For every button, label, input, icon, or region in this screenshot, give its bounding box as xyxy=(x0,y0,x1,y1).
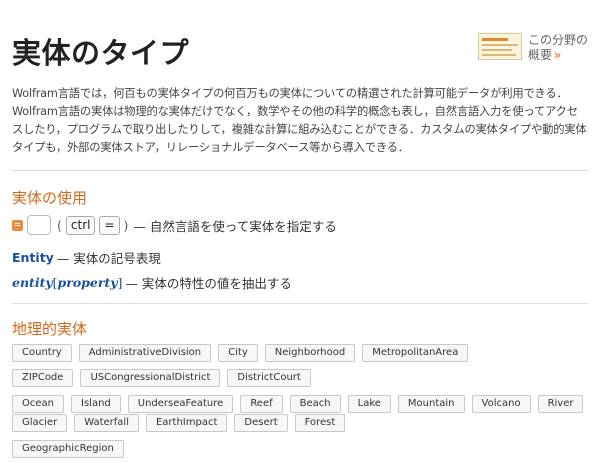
tag-undersea-feature[interactable]: UnderseaFeature xyxy=(127,395,234,413)
tag-row: Glacier Waterfall EarthImpact Desert For… xyxy=(12,414,352,432)
tag-volcano[interactable]: Volcano xyxy=(471,395,531,413)
tag-forest[interactable]: Forest xyxy=(294,414,346,432)
property-description: — 実体の特性の値を抽出する xyxy=(125,276,292,291)
tag-geographic-region[interactable]: GeographicRegion xyxy=(12,440,124,458)
tag-neighborhood[interactable]: Neighborhood xyxy=(264,344,356,362)
page-title: 実体のタイプ xyxy=(12,36,190,70)
nl-input-box[interactable] xyxy=(27,215,51,235)
overview-link[interactable]: この分野の概要» xyxy=(478,33,598,63)
tag-desert[interactable]: Desert xyxy=(234,414,288,432)
overview-thumbnail[interactable] xyxy=(478,33,522,60)
entity-description: — 実体の記号表現 xyxy=(56,251,161,266)
tag-country[interactable]: Country xyxy=(12,344,72,362)
tag-island[interactable]: Island xyxy=(71,395,121,413)
close-paren: ) xyxy=(123,217,129,233)
tag-city[interactable]: City xyxy=(218,344,258,362)
tag-row: Country AdministrativeDivision City Neig… xyxy=(12,344,475,362)
close-bracket: ] xyxy=(117,275,123,290)
tag-district-court[interactable]: DistrictCourt xyxy=(227,369,311,387)
open-paren: ( xyxy=(57,217,62,233)
nl-input-description: — 自然言語を使って実体を指定する xyxy=(133,218,337,234)
overview-arrow-icon: » xyxy=(554,48,562,62)
entity-property-link[interactable]: entity[property] xyxy=(12,275,122,290)
tag-ocean[interactable]: Ocean xyxy=(12,395,64,413)
section-title-usage: 実体の使用 xyxy=(12,189,88,207)
property-arg: property xyxy=(57,275,118,290)
property-line: entity[property] — 実体の特性の値を抽出する xyxy=(12,273,292,292)
tag-mountain[interactable]: Mountain xyxy=(397,395,465,413)
tag-row: Ocean Island UnderseaFeature Reef Beach … xyxy=(12,395,590,413)
equals-key: = xyxy=(99,215,120,235)
entity-line: Entity — 実体の記号表現 xyxy=(12,248,161,267)
tag-beach[interactable]: Beach xyxy=(289,395,341,413)
tag-administrative-division[interactable]: AdministrativeDivision xyxy=(78,344,212,362)
divider-middle xyxy=(12,303,588,304)
tag-row: GeographicRegion xyxy=(12,440,131,458)
expand-icon[interactable] xyxy=(12,219,23,231)
tag-us-congressional-district[interactable]: USCongressionalDistrict xyxy=(80,369,221,387)
tag-reef[interactable]: Reef xyxy=(240,395,283,413)
entity-arg: entity xyxy=(12,275,53,290)
tag-earth-impact[interactable]: EarthImpact xyxy=(145,414,228,432)
tag-river[interactable]: River xyxy=(537,395,584,413)
divider-top xyxy=(12,170,588,171)
tag-row: ZIPCode USCongressionalDistrict District… xyxy=(12,369,318,387)
entity-link[interactable]: Entity xyxy=(12,250,54,265)
tag-lake[interactable]: Lake xyxy=(347,395,391,413)
tag-zipcode[interactable]: ZIPCode xyxy=(12,369,74,387)
ctrl-key: ctrl xyxy=(65,215,96,235)
tag-glacier[interactable]: Glacier xyxy=(12,414,68,432)
tag-metropolitan-area[interactable]: MetropolitanArea xyxy=(362,344,469,362)
nl-input-line: ( ctrl = ) — 自然言語を使って実体を指定する xyxy=(12,215,337,235)
section-title-geo: 地理的実体 xyxy=(12,320,88,338)
tag-waterfall[interactable]: Waterfall xyxy=(74,414,139,432)
intro-paragraph: Wolfram言語では，何百もの実体タイプの何百万もの実体についての精選された計… xyxy=(12,87,587,154)
